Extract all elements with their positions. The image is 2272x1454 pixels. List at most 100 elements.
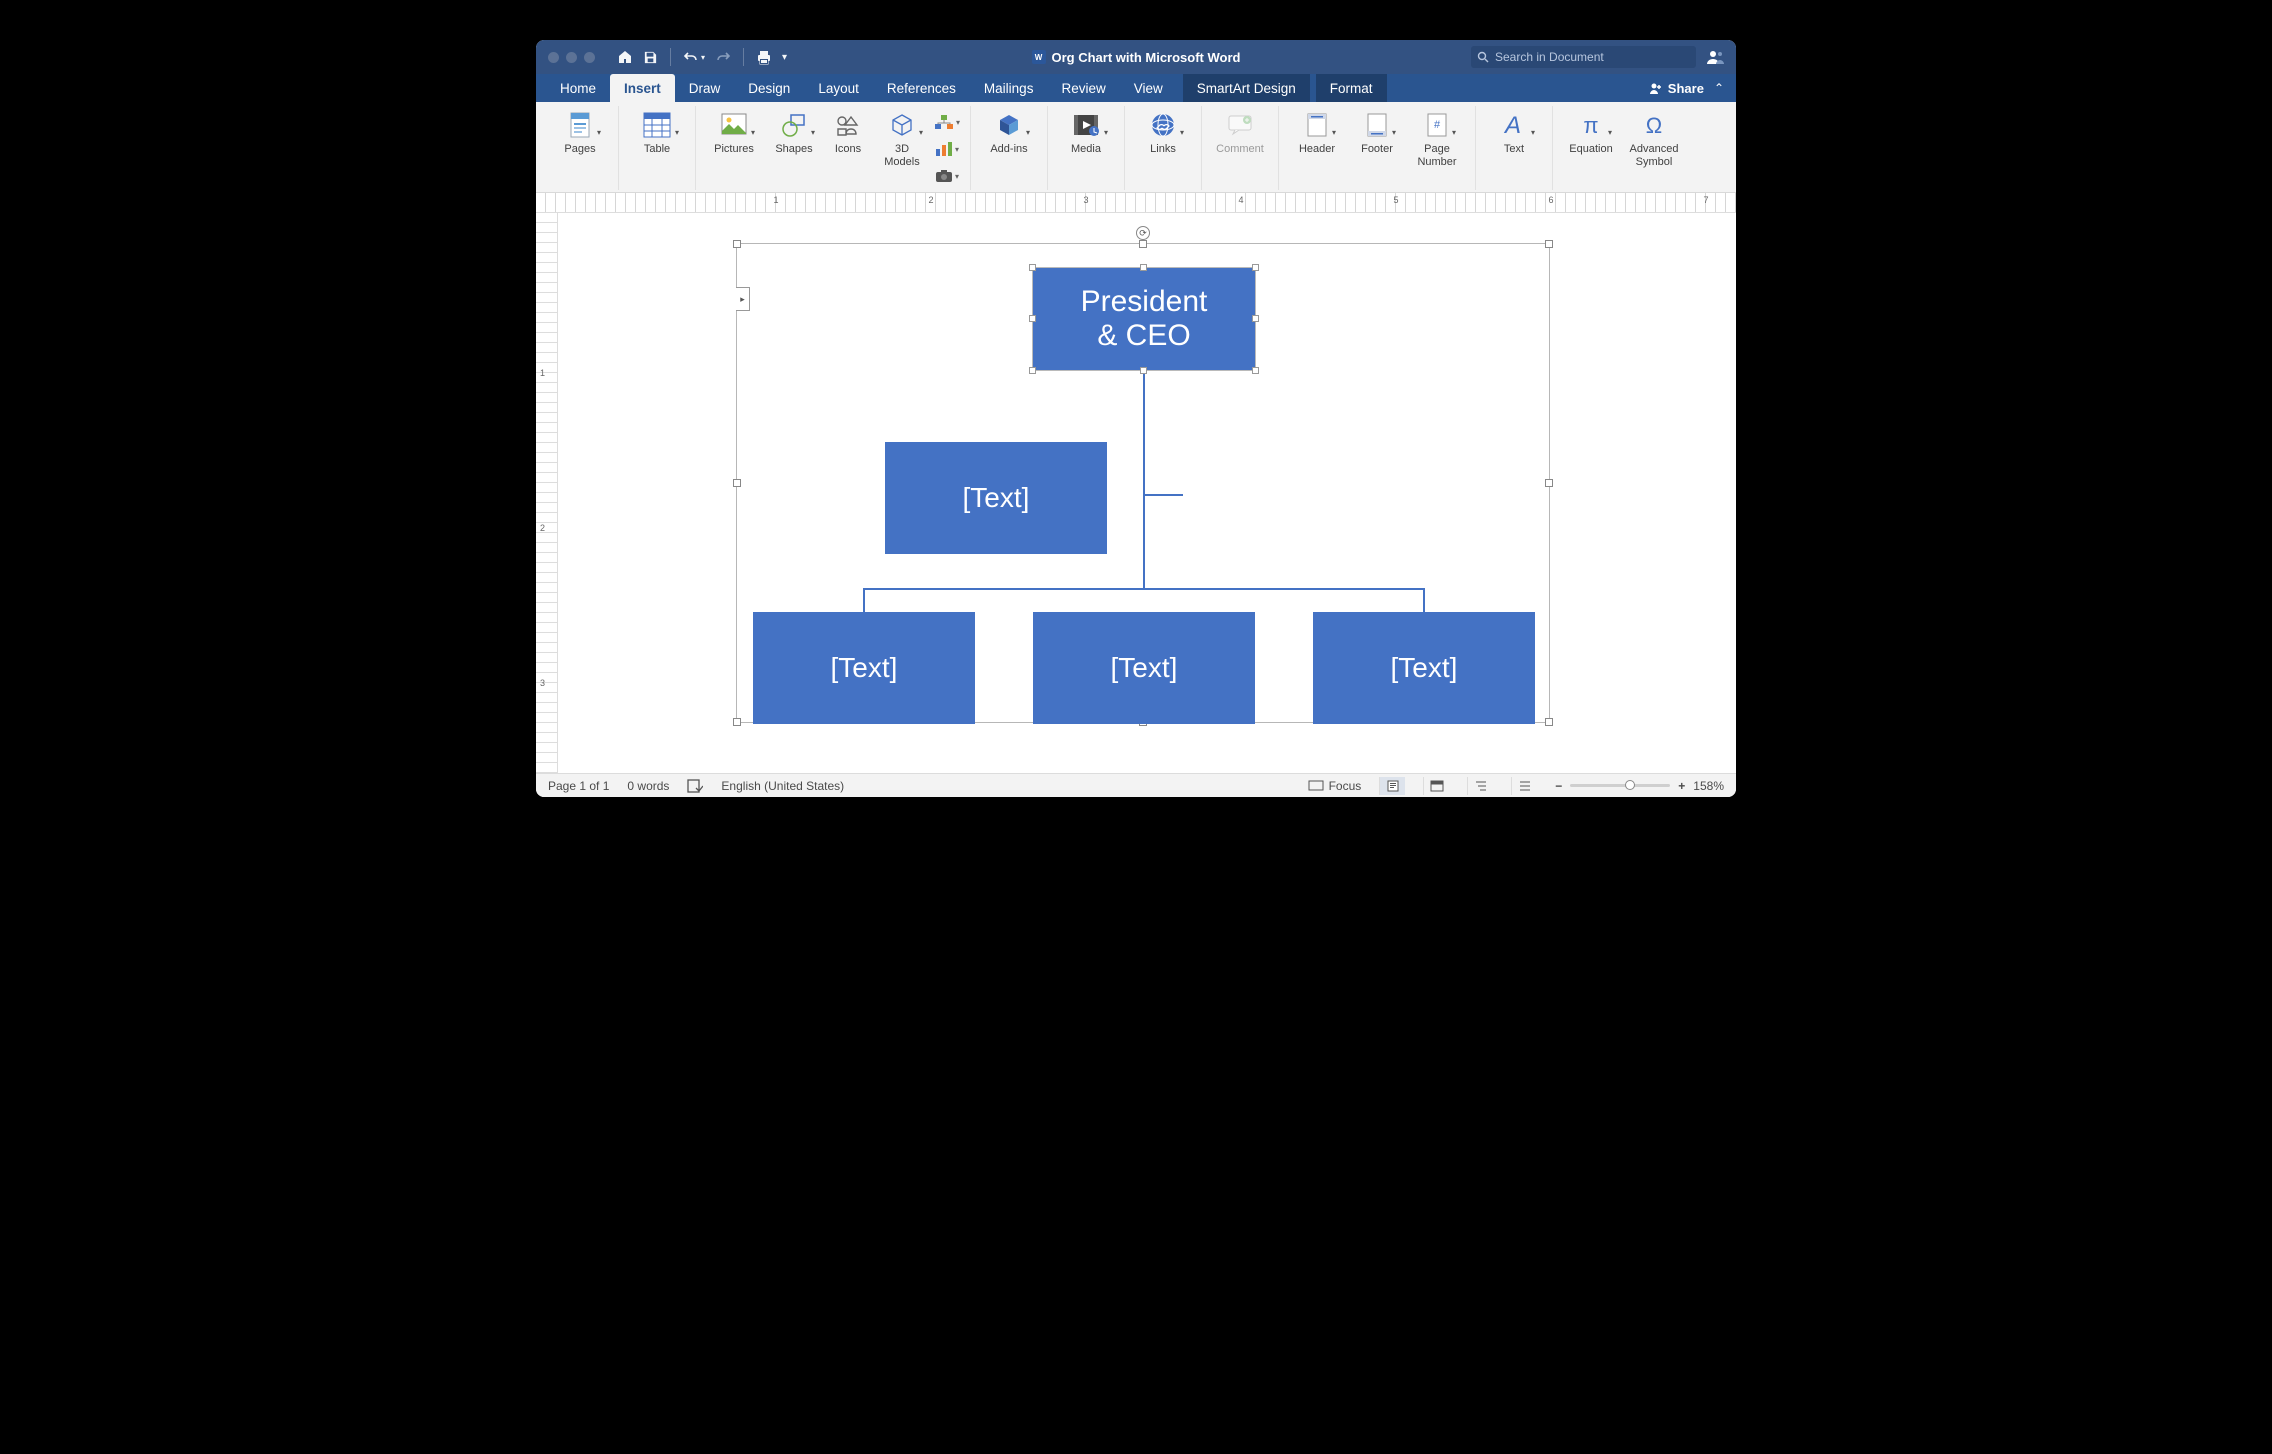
print-icon[interactable] — [756, 50, 772, 65]
share-icon — [1649, 81, 1663, 95]
org-node-child-2[interactable]: [Text] — [1033, 612, 1255, 724]
spellcheck-icon[interactable] — [687, 779, 703, 793]
tab-insert[interactable]: Insert — [610, 74, 675, 102]
tab-mailings[interactable]: Mailings — [970, 74, 1048, 102]
org-node-child-1[interactable]: [Text] — [753, 612, 975, 724]
comment-button[interactable]: Comment — [1210, 108, 1270, 169]
icons-button[interactable]: Icons — [824, 108, 872, 169]
tab-design[interactable]: Design — [734, 74, 804, 102]
tab-home[interactable]: Home — [546, 74, 610, 102]
resize-handle[interactable] — [733, 718, 741, 726]
save-icon[interactable] — [643, 50, 658, 65]
tab-draw[interactable]: Draw — [675, 74, 735, 102]
view-outline-button[interactable] — [1467, 777, 1493, 795]
pages-button[interactable]: ▾ Pages — [550, 108, 610, 169]
org-node-top[interactable]: President & CEO — [1033, 268, 1255, 370]
tab-smartart-design[interactable]: SmartArt Design — [1183, 74, 1310, 102]
ruler-vertical[interactable]: 1 2 3 — [536, 213, 558, 773]
svg-text:A: A — [1503, 112, 1521, 139]
view-print-layout-button[interactable] — [1379, 777, 1405, 795]
icons-label: Icons — [835, 143, 861, 169]
document-area: 1 2 3 ⟳ ▸ — [536, 213, 1736, 773]
resize-handle[interactable] — [733, 240, 741, 248]
ruler-h-tick: 2 — [928, 195, 933, 205]
media-button[interactable]: ▾ Media — [1056, 108, 1116, 169]
connector — [863, 588, 1425, 590]
tab-review[interactable]: Review — [1047, 74, 1119, 102]
addins-label: Add-ins — [990, 143, 1027, 169]
ruler-horizontal[interactable]: 1 2 3 4 5 6 7 — [536, 193, 1736, 213]
ruler-h-tick: 3 — [1083, 195, 1088, 205]
title-label: Org Chart with Microsoft Word — [1052, 50, 1241, 65]
zoom-in-button[interactable]: + — [1678, 779, 1685, 793]
addins-button[interactable]: ▾ Add-ins — [979, 108, 1039, 169]
org-node-child-3-text: [Text] — [1391, 652, 1458, 684]
comment-label: Comment — [1216, 143, 1264, 169]
user-icon[interactable] — [1706, 48, 1724, 66]
page[interactable]: ⟳ ▸ — [558, 213, 1736, 773]
tab-view[interactable]: View — [1120, 74, 1177, 102]
footer-button[interactable]: ▾ Footer — [1347, 108, 1407, 169]
rotate-handle-icon[interactable]: ⟳ — [1136, 226, 1150, 240]
text-button[interactable]: A▾ Text — [1484, 108, 1544, 169]
zoom-out-button[interactable]: − — [1555, 779, 1562, 793]
qat-customize-icon[interactable]: ▾ — [782, 52, 787, 63]
minimize-window-button[interactable] — [566, 52, 577, 63]
connector — [1423, 588, 1425, 614]
tab-references[interactable]: References — [873, 74, 970, 102]
status-page[interactable]: Page 1 of 1 — [548, 779, 609, 793]
zoom-slider[interactable] — [1570, 784, 1670, 787]
redo-icon[interactable] — [715, 50, 731, 64]
zoom-control: − + 158% — [1555, 779, 1724, 793]
table-button[interactable]: ▾ Table — [627, 108, 687, 169]
equation-button[interactable]: π▾ Equation — [1561, 108, 1621, 169]
3d-models-label: 3D Models — [884, 143, 919, 169]
view-web-layout-button[interactable] — [1423, 777, 1449, 795]
ruler-h-tick: 5 — [1393, 195, 1398, 205]
tab-format[interactable]: Format — [1316, 74, 1387, 102]
search-input[interactable]: Search in Document — [1471, 46, 1696, 68]
ruler-h-tick: 6 — [1548, 195, 1553, 205]
resize-handle[interactable] — [1545, 240, 1553, 248]
shapes-button[interactable]: ▾ Shapes — [764, 108, 824, 169]
connector — [863, 588, 865, 614]
status-language[interactable]: English (United States) — [721, 779, 844, 793]
collapse-ribbon-icon[interactable]: ⌃ — [1714, 81, 1724, 95]
pictures-button[interactable]: ▾ Pictures — [704, 108, 764, 169]
close-window-button[interactable] — [548, 52, 559, 63]
search-icon — [1477, 51, 1489, 63]
resize-handle[interactable] — [1545, 479, 1553, 487]
footer-label: Footer — [1361, 143, 1393, 169]
ruler-h-tick: 4 — [1238, 195, 1243, 205]
smartart-button[interactable]: ▾ — [932, 110, 962, 134]
focus-icon[interactable]: Focus — [1308, 779, 1362, 793]
status-words[interactable]: 0 words — [627, 779, 669, 793]
resize-handle[interactable] — [1545, 718, 1553, 726]
home-icon[interactable] — [617, 49, 633, 65]
screenshot-button[interactable]: ▾ — [932, 164, 962, 188]
tab-layout[interactable]: Layout — [804, 74, 873, 102]
symbol-button[interactable]: Ω Advanced Symbol — [1621, 108, 1687, 169]
undo-icon[interactable]: ▾ — [683, 50, 705, 64]
ruler-v-tick: 2 — [540, 523, 545, 533]
text-pane-toggle[interactable]: ▸ — [736, 287, 750, 311]
media-label: Media — [1071, 143, 1101, 169]
org-node-child-3[interactable]: [Text] — [1313, 612, 1535, 724]
view-draft-button[interactable] — [1511, 777, 1537, 795]
connector — [1143, 372, 1145, 588]
zoom-value[interactable]: 158% — [1693, 779, 1724, 793]
3d-models-button[interactable]: ▾ 3D Models — [872, 108, 932, 169]
ribbon-tabs: Home Insert Draw Design Layout Reference… — [536, 74, 1736, 102]
page-number-button[interactable]: #▾ Page Number — [1407, 108, 1467, 169]
chart-button[interactable]: ▾ — [932, 137, 962, 161]
links-button[interactable]: ▾ Links — [1133, 108, 1193, 169]
equation-label: Equation — [1569, 143, 1612, 169]
header-button[interactable]: ▾ Header — [1287, 108, 1347, 169]
resize-handle[interactable] — [733, 479, 741, 487]
resize-handle[interactable] — [1139, 240, 1147, 248]
org-node-assistant[interactable]: [Text] — [885, 442, 1107, 554]
quick-access-toolbar: ▾ ▾ — [617, 48, 787, 66]
maximize-window-button[interactable] — [584, 52, 595, 63]
smartart-frame[interactable]: ⟳ ▸ — [736, 243, 1550, 723]
share-button[interactable]: Share — [1649, 81, 1704, 96]
